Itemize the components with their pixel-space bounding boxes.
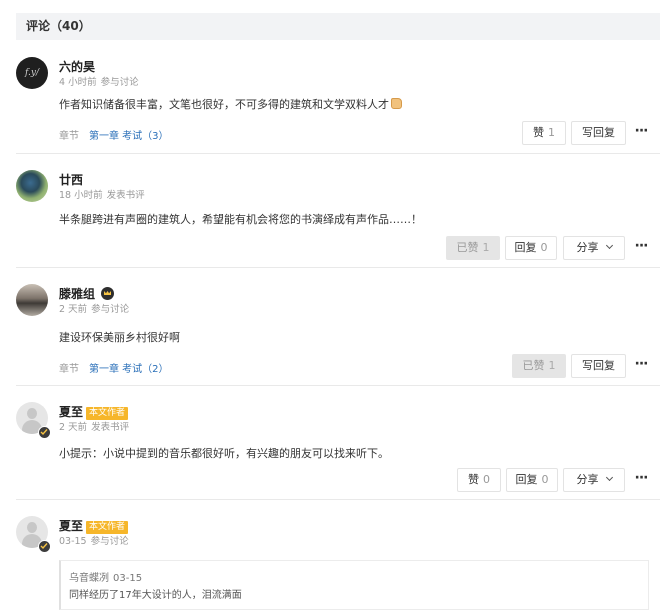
chapter-info: 章节 第一章 考试（3） — [59, 127, 169, 142]
chevron-down-icon — [605, 241, 613, 250]
comment-text: 半条腿跨进有声圈的建筑人，希望能有机会将您的书演绎成有声作品……！ — [59, 213, 422, 226]
like-button[interactable]: 赞0 — [457, 468, 501, 492]
more-options-icon[interactable]: ··· — [633, 354, 649, 378]
chapter-info: 章节 第一章 考试（2） — [59, 360, 169, 375]
chapter-link[interactable]: 第一章 考试（3） — [89, 131, 169, 142]
comment-item: 夏至 本文作者 2 天前 发表书评 小提示：小说中提到的音乐都很好听，有兴趣的朋友可… — [16, 402, 660, 494]
chapter-link[interactable]: 第一章 考试（2） — [89, 364, 169, 375]
comments-header: 评论（40） — [16, 13, 660, 40]
comment-meta: 03-15 参与讨论 — [59, 533, 129, 547]
quoted-comment: 乌音蝶冽 03-15 同样经历了17年大设计的人，泪流满面 — [59, 560, 649, 610]
reply-button[interactable]: 回复 0 — [506, 468, 558, 492]
comment-item: 滕雅组 2 天前 参与讨论 建设环保美丽乡村很好啊 章节 第一章 考试（2） 已赞 1… — [16, 284, 660, 380]
verified-badge-icon — [38, 426, 51, 439]
quoted-text: 同样经历了17年大设计的人，泪流满面 — [69, 590, 242, 601]
liked-button[interactable]: 已赞 1 — [446, 236, 500, 260]
comment-time: 4 小时前 — [59, 77, 97, 88]
more-options-icon[interactable]: ··· — [633, 236, 649, 260]
comment-item: 夏至 本文作者 03-15 参与讨论 乌音蝶冽 03-15 同样经历了17年大设计的人… — [16, 516, 660, 610]
write-reply-button[interactable]: 写回复 — [571, 121, 626, 145]
share-button[interactable]: 分享 — [563, 468, 625, 492]
reply-button[interactable]: 回复 0 — [505, 236, 557, 260]
divider — [16, 153, 660, 154]
comment-item: f.y/ 六的昊 4 小时前 参与讨论 作者知识储备很丰富，文笔也很好，不可多得的… — [16, 57, 660, 152]
avatar[interactable] — [16, 170, 48, 202]
comment-meta: 2 天前 发表书评 — [59, 419, 129, 433]
divider — [16, 385, 660, 386]
comment-item: 廿西 18 小时前 发表书评 半条腿跨进有声圈的建筑人，希望能有机会将您的书演绎成… — [16, 170, 660, 262]
more-options-icon[interactable]: ··· — [633, 468, 649, 492]
comment-time: 2 天前 — [59, 304, 88, 315]
commenter-name[interactable]: 夏至 本文作者 — [59, 517, 129, 534]
avatar[interactable] — [16, 284, 48, 316]
divider — [16, 499, 660, 500]
comment-action: 参与讨论 — [91, 304, 130, 315]
comment-time: 03-15 — [59, 536, 87, 547]
commenter-name[interactable]: 廿西 — [59, 171, 83, 188]
comment-time: 2 天前 — [59, 422, 88, 433]
comment-text: 建设环保美丽乡村很好啊 — [59, 331, 180, 344]
comment-action: 参与讨论 — [90, 536, 129, 547]
verified-badge-icon — [38, 540, 51, 553]
commenter-name[interactable]: 夏至 本文作者 — [59, 403, 129, 420]
comment-time: 18 小时前 — [59, 190, 103, 201]
quoted-author[interactable]: 乌音蝶冽 — [69, 573, 109, 584]
divider — [16, 267, 660, 268]
commenter-name[interactable]: 滕雅组 — [59, 285, 115, 302]
comment-text: 小提示：小说中提到的音乐都很好听，有兴趣的朋友可以找来听下。 — [59, 447, 389, 460]
thumbs-up-emoji-icon — [391, 98, 402, 109]
write-reply-button[interactable]: 写回复 — [571, 354, 626, 378]
quoted-meta: 乌音蝶冽 03-15 — [69, 569, 640, 584]
avatar[interactable]: f.y/ — [16, 57, 48, 89]
chapter-label: 章节 — [59, 364, 79, 375]
comment-action: 参与讨论 — [100, 77, 139, 88]
crown-badge-icon — [101, 287, 115, 300]
commenter-name[interactable]: 六的昊 — [59, 58, 95, 75]
comment-action: 发表书评 — [91, 422, 130, 433]
chapter-label: 章节 — [59, 131, 79, 142]
liked-button[interactable]: 已赞 1 — [512, 354, 566, 378]
comment-meta: 2 天前 参与讨论 — [59, 301, 129, 315]
comment-action: 发表书评 — [106, 190, 145, 201]
chevron-down-icon — [605, 473, 613, 482]
quoted-time: 03-15 — [113, 573, 143, 584]
comment-meta: 18 小时前 发表书评 — [59, 187, 145, 201]
share-button[interactable]: 分享 — [563, 236, 625, 260]
more-options-icon[interactable]: ··· — [633, 121, 649, 145]
comments-title: 评论（40） — [26, 19, 91, 33]
comment-text: 作者知识储备很丰富，文笔也很好，不可多得的建筑和文学双料人才 — [59, 96, 402, 112]
like-button[interactable]: 赞1 — [522, 121, 566, 145]
comment-meta: 4 小时前 参与讨论 — [59, 74, 139, 88]
